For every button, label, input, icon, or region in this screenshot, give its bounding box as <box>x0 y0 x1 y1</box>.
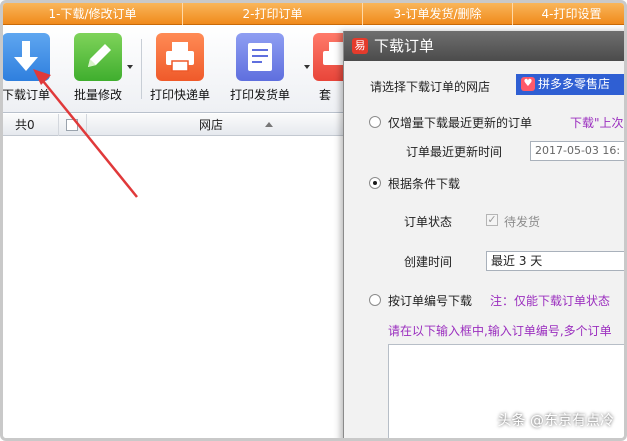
app-window: 1-下载/修改订单 2-打印订单 3-订单发货/删除 4-打印设置 下载订单 批… <box>0 0 627 441</box>
dialog-title-bar: 易 下载订单 <box>344 31 624 61</box>
radio-by-condition[interactable] <box>369 177 381 189</box>
download-orders-dialog: 易 下载订单 请选择下载订单的网店 ♥ 拼多多零售店 仅增量下载最近更新的订单 … <box>343 31 624 438</box>
recent-incremental-label: 仅增量下载最近更新的订单 <box>388 116 533 130</box>
watermark: 头条 @东京有点冷 <box>497 413 614 429</box>
radio-recent-incremental[interactable] <box>369 116 381 128</box>
create-time-label: 创建时间 <box>404 255 453 269</box>
last-update-label: 订单最近更新时间 <box>406 145 503 159</box>
dialog-title: 下载订单 <box>374 37 435 55</box>
app-logo-icon: 易 <box>352 38 368 54</box>
by-order-number-note: 注：仅能下载订单状态 <box>490 294 611 308</box>
radio-by-order-number[interactable] <box>369 294 381 306</box>
order-status-label: 订单状态 <box>404 215 453 229</box>
last-update-field[interactable]: 2017-05-03 16: <box>530 141 624 161</box>
tab-print-settings[interactable]: 4-打印设置 <box>513 3 624 25</box>
shop-selector-value: 拼多多零售店 <box>538 77 611 91</box>
pending-shipment-checkbox[interactable]: ✓ <box>486 214 498 226</box>
recent-incremental-note: 下载"上次 <box>570 116 624 130</box>
create-time-select[interactable]: 最近 3 天 <box>486 251 624 271</box>
by-condition-label: 根据条件下载 <box>388 177 461 191</box>
shop-heart-icon: ♥ <box>521 77 535 91</box>
tab-ship-delete[interactable]: 3-订单发货/删除 <box>363 3 513 25</box>
pending-shipment-label: 待发货 <box>504 215 541 229</box>
order-number-instruction: 请在以下输入框中,输入订单编号,多个订单 <box>388 324 612 338</box>
by-order-number-label: 按订单编号下载 <box>388 294 473 308</box>
select-shop-label: 请选择下载订单的网店 <box>370 80 491 94</box>
shop-selector[interactable]: ♥ 拼多多零售店 <box>516 74 624 95</box>
annotation-arrow <box>33 69 138 198</box>
